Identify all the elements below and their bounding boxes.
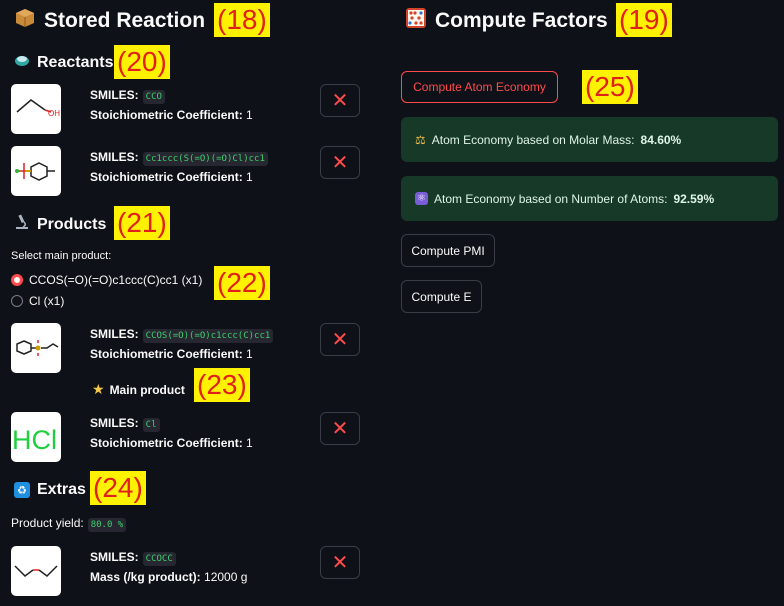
coef-value: 1: [246, 436, 253, 450]
compute-factors-title: Compute Factors: [435, 9, 608, 32]
extras-title: Extras: [37, 481, 86, 498]
compute-e-button[interactable]: Compute E: [401, 280, 482, 313]
product-smiles: SMILES: Cl: [90, 416, 160, 432]
products-title: Products: [37, 215, 107, 233]
yield-value: 80.0 %: [87, 518, 127, 532]
coef-label: Stoichiometric Coefficient:: [90, 347, 243, 361]
extra-mass: Mass (/kg product): 12000 g: [90, 570, 247, 584]
microscope-icon: [14, 214, 30, 235]
result-label: Atom Economy based on Number of Atoms:: [434, 191, 668, 206]
extras-header: ♻ Extras: [14, 481, 86, 499]
remove-extra-button[interactable]: ✕: [320, 546, 360, 579]
product-structure-image: HCl: [11, 412, 61, 462]
annotation-19: (19): [616, 3, 672, 37]
product-structure-image: [11, 323, 61, 373]
main-product-badge: ★ Main product: [92, 381, 185, 398]
annotation-25: (25): [582, 70, 638, 104]
reactants-header: Reactants: [14, 52, 113, 73]
stored-reaction-title: Stored Reaction: [44, 9, 206, 32]
remove-product-button[interactable]: ✕: [320, 323, 360, 356]
extra-structure-image: [11, 546, 61, 596]
result-label: Atom Economy based on Molar Mass:: [431, 132, 635, 147]
remove-reactant-button[interactable]: ✕: [320, 84, 360, 117]
coef-label: Stoichiometric Coefficient:: [90, 170, 243, 184]
remove-reactant-button[interactable]: ✕: [320, 146, 360, 179]
compute-factors-header: Compute Factors: [405, 7, 608, 35]
reactant-smiles: SMILES: CCO: [90, 88, 165, 104]
radio-unchecked-icon: [11, 295, 23, 307]
annotation-22: (22): [214, 266, 270, 300]
smiles-code: Cl: [142, 418, 160, 432]
smiles-code: Cc1ccc(S(=O)(=O)Cl)cc1: [142, 152, 268, 166]
stored-reaction-header: Stored Reaction: [14, 7, 205, 35]
radio-option-label: Cl (x1): [29, 294, 65, 308]
svg-text:OH: OH: [48, 109, 60, 118]
select-main-product-label: Select main product:: [11, 250, 112, 262]
product-coefficient: Stoichiometric Coefficient: 1: [90, 347, 253, 361]
radio-option-hcl[interactable]: Cl (x1): [11, 294, 64, 308]
star-icon: ★: [92, 381, 105, 397]
reactants-title: Reactants: [37, 53, 114, 71]
product-coefficient: Stoichiometric Coefficient: 1: [90, 436, 253, 450]
coef-value: 1: [246, 170, 253, 184]
reactant-smiles: SMILES: Cc1ccc(S(=O)(=O)Cl)cc1: [90, 150, 268, 166]
coef-value: 1: [246, 108, 253, 122]
atom-economy-atoms-result: ⚛ Atom Economy based on Number of Atoms:…: [401, 176, 778, 221]
annotation-21: (21): [114, 206, 170, 240]
close-icon: ✕: [331, 152, 349, 174]
mass-value: 12000 g: [204, 570, 248, 584]
coef-label: Stoichiometric Coefficient:: [90, 436, 243, 450]
main-product-label: Main product: [109, 382, 185, 397]
remove-product-button[interactable]: ✕: [320, 412, 360, 445]
result-value: 92.59%: [673, 191, 715, 206]
smiles-code: CCO: [142, 90, 165, 104]
extra-smiles: SMILES: CCOCC: [90, 550, 176, 566]
smiles-code: CCOCC: [142, 552, 176, 566]
annotation-24: (24): [90, 471, 146, 505]
smiles-label: SMILES:: [90, 150, 139, 164]
reactant-coefficient: Stoichiometric Coefficient: 1: [90, 170, 253, 184]
reactant-coefficient: Stoichiometric Coefficient: 1: [90, 108, 253, 122]
radio-option-label: CCOS(=O)(=O)c1ccc(C)cc1 (x1): [29, 273, 203, 287]
svg-text:HCl: HCl: [12, 425, 57, 455]
smiles-label: SMILES:: [90, 416, 139, 430]
close-icon: ✕: [331, 329, 349, 351]
abacus-icon: [405, 7, 427, 35]
product-smiles: SMILES: CCOS(=O)(=O)c1ccc(C)cc1: [90, 327, 274, 343]
products-header: Products: [14, 214, 106, 235]
annotation-23: (23): [194, 368, 250, 402]
package-icon: [14, 7, 36, 35]
reactant-structure-image: OH: [11, 84, 61, 134]
radio-option-ester[interactable]: CCOS(=O)(=O)c1ccc(C)cc1 (x1): [11, 273, 202, 287]
compute-atom-economy-button[interactable]: Compute Atom Economy: [401, 71, 558, 103]
annotation-20: (20): [114, 45, 170, 79]
close-icon: ✕: [331, 418, 349, 440]
yield-label: Product yield:: [11, 516, 84, 530]
atom-economy-molar-result: ⚖ Atom Economy based on Molar Mass: 84.60…: [401, 117, 778, 162]
smiles-label: SMILES:: [90, 327, 139, 341]
smiles-label: SMILES:: [90, 88, 139, 102]
radio-checked-icon: [11, 274, 23, 286]
atom-icon: ⚛: [415, 192, 428, 205]
mass-label: Mass (/kg product):: [90, 570, 201, 584]
close-icon: ✕: [331, 552, 349, 574]
test-tube-icon: [14, 52, 30, 73]
reactant-structure-image: [11, 146, 61, 196]
coef-label: Stoichiometric Coefficient:: [90, 108, 243, 122]
smiles-code: CCOS(=O)(=O)c1ccc(C)cc1: [142, 329, 274, 343]
annotation-18: (18): [214, 3, 270, 37]
balance-scale-icon: ⚖: [415, 132, 426, 147]
coef-value: 1: [246, 347, 253, 361]
product-yield: Product yield: 80.0 %: [11, 516, 127, 532]
smiles-label: SMILES:: [90, 550, 139, 564]
recycle-icon: ♻: [14, 482, 30, 498]
close-icon: ✕: [331, 90, 349, 112]
result-value: 84.60%: [640, 132, 682, 147]
compute-pmi-button[interactable]: Compute PMI: [401, 234, 495, 267]
